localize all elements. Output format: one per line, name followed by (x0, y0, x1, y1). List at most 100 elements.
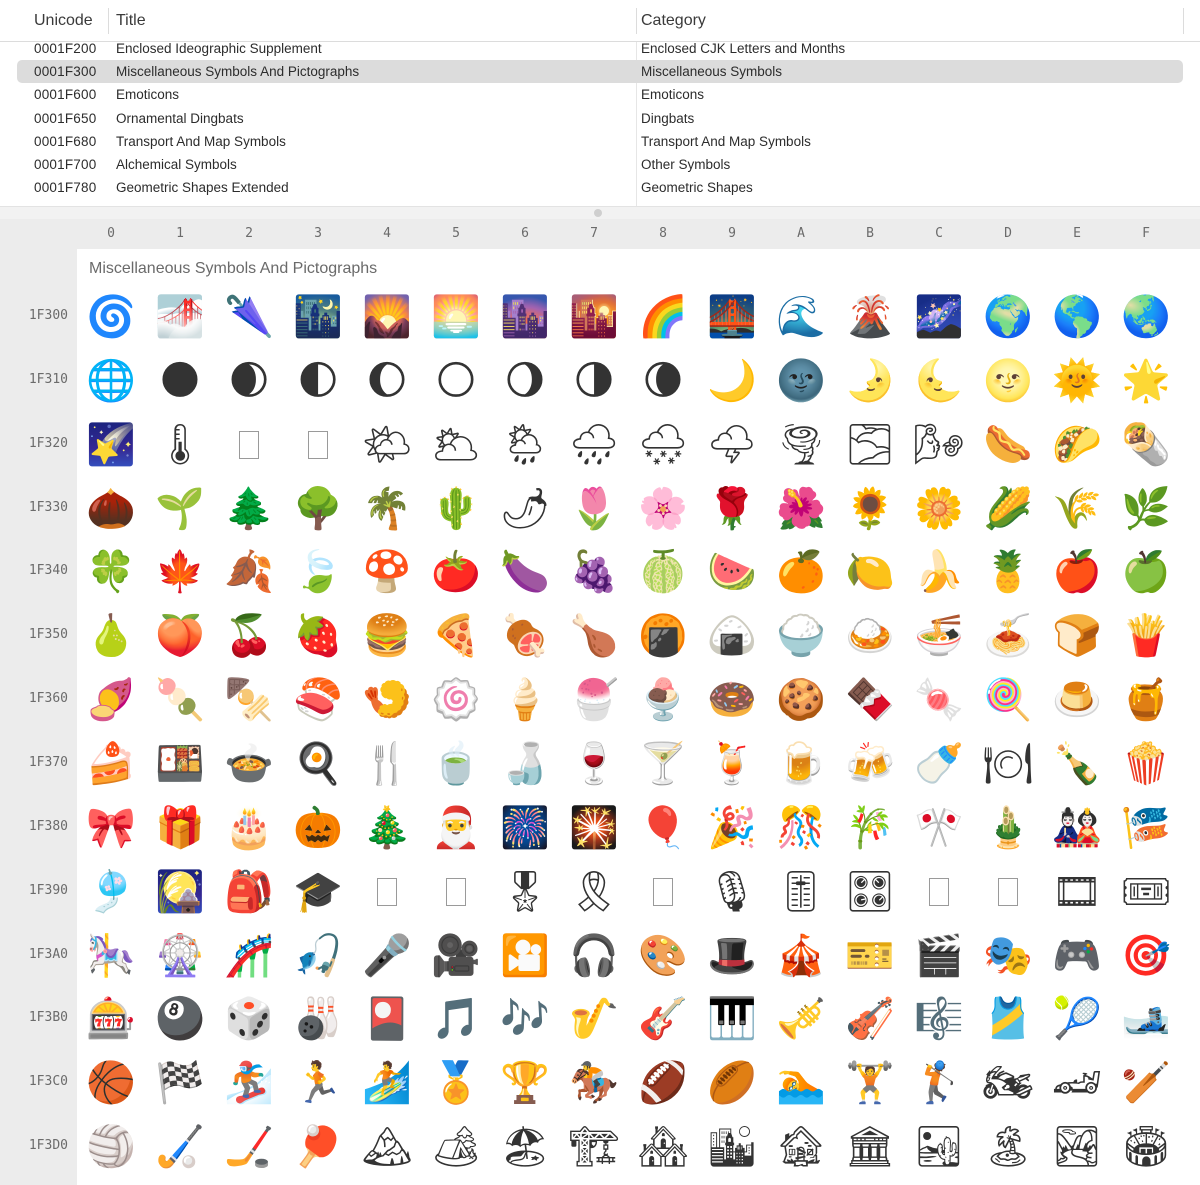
glyph-cell[interactable]: 🍾 (1045, 736, 1109, 792)
glyph-cell[interactable]: 🌲 (217, 481, 281, 537)
glyph-cell[interactable]: 🎼 (907, 991, 971, 1047)
glyph-cell[interactable]: 🍝 (976, 608, 1040, 664)
glyph-cell[interactable]: 🎅 (424, 800, 488, 856)
glyph-cell[interactable]: 🎬 (907, 928, 971, 984)
glyph-cell[interactable]: 🍋 (838, 544, 902, 600)
glyph-cell[interactable]: 🌩 (700, 417, 764, 473)
glyph-cell[interactable]: 🍕 (424, 608, 488, 664)
glyph-cell[interactable]: 🍽 (976, 736, 1040, 792)
glyph-cell[interactable]: 🎣 (286, 928, 350, 984)
glyph-cell[interactable]: 🏓 (286, 1119, 350, 1175)
header-title[interactable]: Title (116, 12, 146, 30)
column-divider[interactable] (1183, 8, 1184, 34)
glyph-cell[interactable]: 🏘 (631, 1119, 695, 1175)
glyph-cell[interactable]: 🎇 (562, 800, 626, 856)
glyph-cell[interactable]: 🎁 (148, 800, 212, 856)
glyph-cell[interactable]: 🍑 (148, 608, 212, 664)
glyph-cell[interactable]: 🍈 (631, 544, 695, 600)
glyph-cell[interactable]: 🌙 (700, 353, 764, 409)
glyph-cell[interactable]: 🎄 (355, 800, 419, 856)
glyph-cell[interactable]: 🏉 (700, 1055, 764, 1111)
glyph-cell[interactable]: 🍟 (1114, 608, 1178, 664)
glyph-cell[interactable]: 🏋 (838, 1055, 902, 1111)
glyph-cell[interactable]: 🎍 (976, 800, 1040, 856)
missing-glyph-cell[interactable] (355, 864, 419, 920)
glyph-cell[interactable]: 🌃 (286, 289, 350, 345)
glyph-cell[interactable]: 🌸 (631, 481, 695, 537)
glyph-cell[interactable]: 🎀 (79, 800, 143, 856)
glyph-cell[interactable]: 🍮 (1045, 672, 1109, 728)
glyph-cell[interactable]: 🎤 (355, 928, 419, 984)
glyph-cell[interactable]: 🍌 (907, 544, 971, 600)
glyph-cell[interactable]: 🎏 (1114, 800, 1178, 856)
missing-glyph-cell[interactable] (907, 864, 971, 920)
glyph-cell[interactable]: 🍔 (355, 608, 419, 664)
glyph-cell[interactable]: 🏎 (1045, 1055, 1109, 1111)
glyph-cell[interactable]: 🎲 (217, 991, 281, 1047)
glyph-cell[interactable]: 🌡 (148, 417, 212, 473)
glyph-cell[interactable]: 🌕 (424, 353, 488, 409)
glyph-cell[interactable]: 🍸 (631, 736, 695, 792)
glyph-cell[interactable]: 🎗 (562, 864, 626, 920)
glyph-cell[interactable]: 🍠 (79, 672, 143, 728)
glyph-cell[interactable]: 🏃 (286, 1055, 350, 1111)
glyph-cell[interactable]: 🍂 (217, 544, 281, 600)
glyph-cell[interactable]: 🎨 (631, 928, 695, 984)
glyph-cell[interactable]: 🎿 (1114, 991, 1178, 1047)
glyph-cell[interactable]: 🌌 (907, 289, 971, 345)
glyph-cell[interactable]: 🍗 (562, 608, 626, 664)
glyph-cell[interactable]: 🌭 (976, 417, 1040, 473)
glyph-cell[interactable]: 🍉 (700, 544, 764, 600)
glyph-cell[interactable]: 🍬 (907, 672, 971, 728)
pane-splitter[interactable] (0, 207, 1200, 219)
glyph-cell[interactable]: 🍓 (286, 608, 350, 664)
glyph-cell[interactable]: 🎽 (976, 991, 1040, 1047)
glyph-cell[interactable]: 🎃 (286, 800, 350, 856)
glyph-cell[interactable]: 🍻 (838, 736, 902, 792)
header-unicode[interactable]: Unicode (34, 12, 93, 30)
glyph-cell[interactable]: 🏗 (562, 1119, 626, 1175)
glyph-cell[interactable]: 🏇 (562, 1055, 626, 1111)
glyph-cell[interactable]: 🌽 (976, 481, 1040, 537)
glyph-cell[interactable]: 🌿 (1114, 481, 1178, 537)
glyph-cell[interactable]: 🎎 (1045, 800, 1109, 856)
glyph-cell[interactable]: 🎓 (286, 864, 350, 920)
block-table[interactable]: Unicode Title Category 0001F200 Enclosed … (0, 0, 1200, 207)
glyph-cell[interactable]: 🎂 (217, 800, 281, 856)
glyph-cell[interactable]: 🎹 (700, 991, 764, 1047)
glyph-cell[interactable]: 🌇 (562, 289, 626, 345)
table-row[interactable]: 0001F600 Emoticons Emoticons (0, 83, 1200, 106)
glyph-cell[interactable]: 🍤 (355, 672, 419, 728)
glyph-cell[interactable]: 🌑 (148, 353, 212, 409)
glyph-cell[interactable]: 🎭 (976, 928, 1040, 984)
glyph-cell[interactable]: 🌵 (424, 481, 488, 537)
glyph-cell[interactable]: 🌾 (1045, 481, 1109, 537)
glyph-cell[interactable]: 🌒 (217, 353, 281, 409)
glyph-cell[interactable]: 🍺 (769, 736, 833, 792)
glyph-cell[interactable]: 🍍 (976, 544, 1040, 600)
glyph-cell[interactable]: 🌞 (1045, 353, 1109, 409)
glyph-cell[interactable]: 🎒 (217, 864, 281, 920)
glyph-cell[interactable]: 🎐 (79, 864, 143, 920)
glyph-cell[interactable]: 🌛 (838, 353, 902, 409)
glyph-cell[interactable]: 🎫 (838, 928, 902, 984)
missing-glyph-cell[interactable] (424, 864, 488, 920)
glyph-cell[interactable]: 🌟 (1114, 353, 1178, 409)
glyph-cell[interactable]: 🌖 (493, 353, 557, 409)
glyph-cell[interactable]: 🌪 (769, 417, 833, 473)
glyph-cell[interactable]: 🌴 (355, 481, 419, 537)
glyph-cell[interactable]: 🎧 (562, 928, 626, 984)
glyph-cell[interactable]: 🎉 (700, 800, 764, 856)
glyph-cell[interactable]: 🍼 (907, 736, 971, 792)
glyph-cell[interactable]: 🌊 (769, 289, 833, 345)
glyph-cell[interactable]: 🏝 (976, 1119, 1040, 1175)
glyph-cell[interactable]: 🏏 (1114, 1055, 1178, 1111)
glyph-cell[interactable]: 🍵 (424, 736, 488, 792)
glyph-cell[interactable]: 🌗 (562, 353, 626, 409)
glyph-cell[interactable]: 🌳 (286, 481, 350, 537)
glyph-cell[interactable]: 🍿 (1114, 736, 1178, 792)
glyph-cell[interactable]: 🌚 (769, 353, 833, 409)
glyph-cell[interactable]: 🍥 (424, 672, 488, 728)
glyph-cell[interactable]: 🌄 (355, 289, 419, 345)
glyph-cell[interactable]: 🍱 (148, 736, 212, 792)
